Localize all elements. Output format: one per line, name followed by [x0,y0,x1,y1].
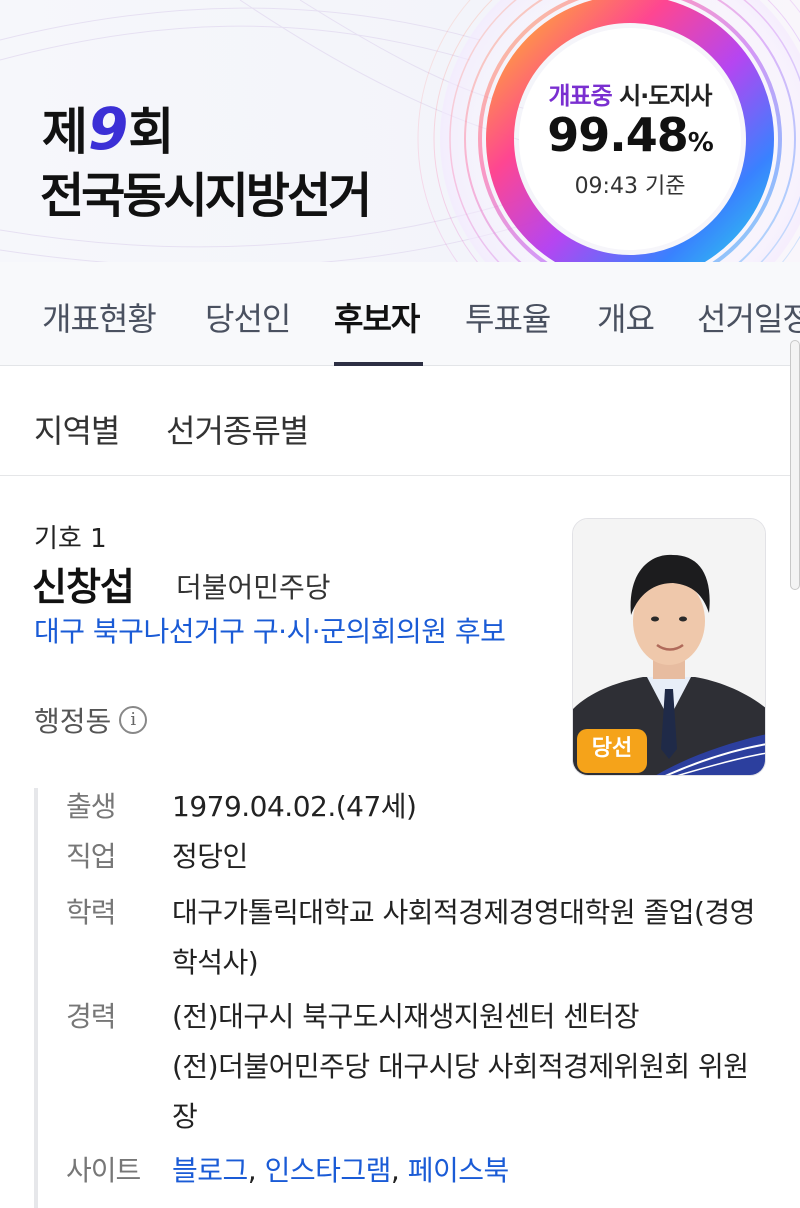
blog-link[interactable]: 블로그 [172,1154,248,1187]
tab-count-status[interactable]: 개표현황 [42,294,157,340]
tab-candidates[interactable]: 후보자 [334,294,420,340]
birth-label: 출생 [66,790,117,823]
career-values: (전)대구시 북구도시재생지원센터 센터장 (전)더불어민주당 대구시당 사회적… [172,992,762,1142]
title-prefix: 제 [42,103,88,161]
dong-label: 행정동 [34,705,112,738]
birth-value: 1979.04.02.(47세) [172,790,417,823]
education-value: 대구가톨릭대학교 사회적경제경영대학원 졸업(경영학석사) [172,896,755,979]
tab-schedule[interactable]: 선거일정 [697,294,800,340]
election-title-line2: 전국동시지방선거 [40,168,372,224]
status-percent-value: 99.48 [547,108,689,162]
detail-education: 학력 대구가톨릭대학교 사회적경제경영대학원 졸업(경영학석사) [66,888,762,988]
election-title-line1: 제 9 회 [42,92,174,164]
status-kind-label: 시·도지사 [619,82,712,110]
detail-birth: 출생 1979.04.02.(47세) [66,782,762,832]
career-item: (전)더불어민주당 대구시당 사회적경제위원회 위원장 [172,1050,749,1133]
candidate-photo[interactable]: 당선 [572,518,766,776]
counting-status[interactable]: 개표중 시·도지사 99.48% 09:43 기준 [519,28,741,250]
election-banner: 제 9 회 전국동시지방선거 개표중 시·도지사 99.48% 09:43 기준 [0,0,800,262]
sub-tab-bar: 지역별 선거종류별 [0,366,800,476]
status-time: 09:43 기준 [574,174,686,199]
site-label: 사이트 [66,1154,141,1187]
tab-turnout[interactable]: 투표율 [465,294,551,340]
career-label: 경력 [66,1000,117,1033]
scrollbar-thumb[interactable] [790,340,800,590]
candidate-party: 더불어민주당 [176,571,331,604]
winner-badge: 당선 [577,729,647,773]
candidate-name[interactable]: 신창섭 [32,556,135,611]
candidate-dong: 행정동 i [34,700,148,740]
facebook-link[interactable]: 페이스북 [408,1154,510,1187]
status-percent-unit: % [687,128,714,158]
main-tab-bar: 개표현황 당선인 후보자 투표율 개요 선거일정 [0,262,800,366]
link-separator: , [390,1154,408,1187]
instagram-link[interactable]: 인스타그램 [265,1154,392,1187]
detail-divider [34,788,38,1208]
detail-job: 직업 정당인 [66,832,762,882]
job-value: 정당인 [172,840,248,873]
status-heading: 개표중 시·도지사 [519,76,741,111]
tab-winners[interactable]: 당선인 [205,294,291,340]
career-item: (전)대구시 북구도시재생지원센터 센터장 [172,1000,640,1033]
job-label: 직업 [66,840,117,873]
title-number: 9 [88,95,128,163]
candidate-number: 기호 1 [34,524,107,554]
subtab-by-election-type[interactable]: 선거종류별 [166,406,309,452]
education-label: 학력 [66,896,117,929]
status-live-label: 개표중 [548,82,612,110]
link-separator: , [247,1154,265,1187]
subtab-by-region[interactable]: 지역별 [34,406,120,452]
detail-career: 경력 (전)대구시 북구도시재생지원센터 센터장 (전)더불어민주당 대구시당 … [66,992,762,1142]
site-links: 블로그, 인스타그램, 페이스북 [172,1146,762,1196]
detail-sites: 사이트 블로그, 인스타그램, 페이스북 [66,1146,762,1196]
title-suffix: 회 [128,103,174,161]
info-icon[interactable]: i [119,706,148,734]
tab-overview[interactable]: 개요 [597,294,655,340]
status-percent: 99.48% [519,108,741,162]
candidate-district-link[interactable]: 대구 북구나선거구 구·시·군의회의원 후보 [34,614,534,650]
